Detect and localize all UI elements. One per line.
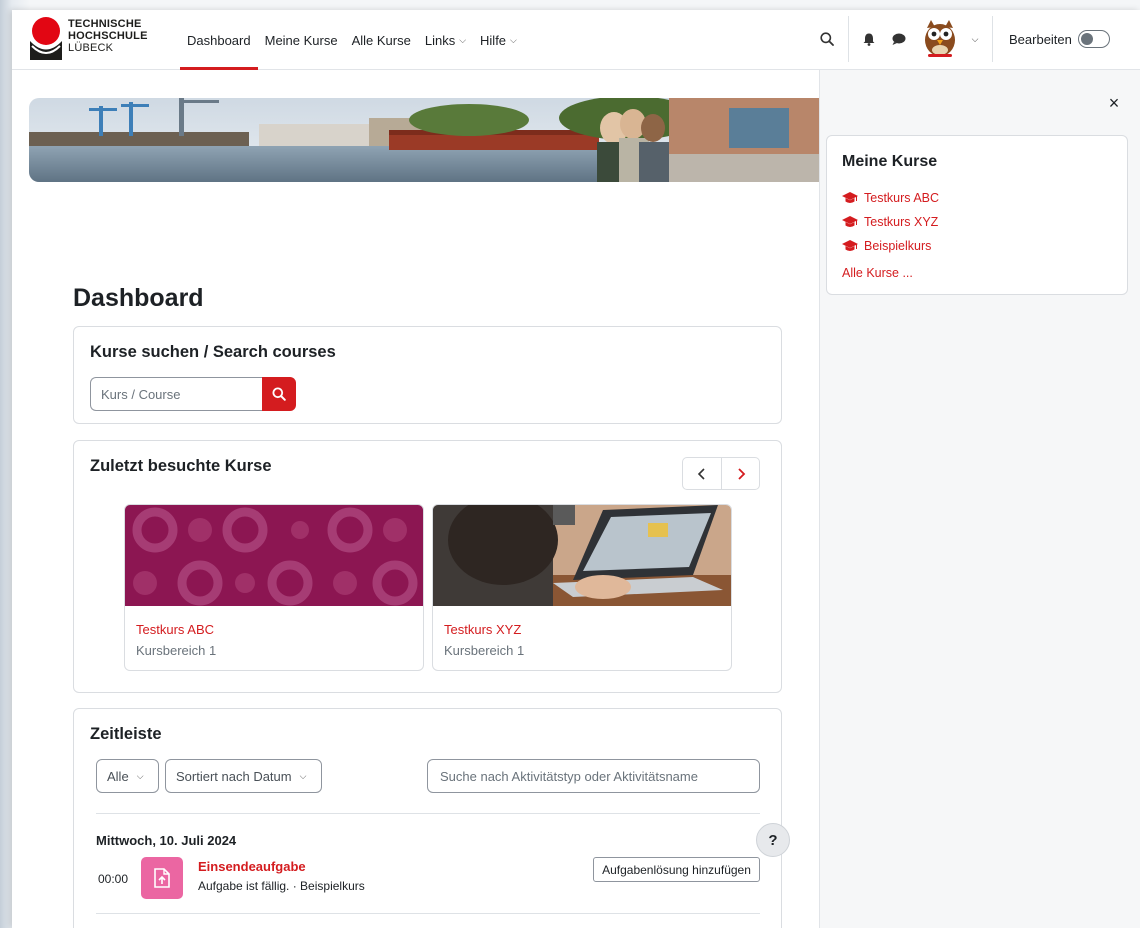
next-button[interactable] (722, 458, 760, 489)
course-search-title: Kurse suchen / Search courses (90, 343, 336, 361)
course-image (433, 505, 731, 606)
timeline-sort-value: Sortiert nach Datum (176, 768, 292, 784)
drawer-course-link[interactable]: Testkurs ABC (842, 191, 939, 205)
nav-alle-kurse[interactable]: Alle Kurse (345, 10, 418, 70)
my-courses-title: Meine Kurse (842, 153, 938, 170)
chevron-down-icon: ⌵ (510, 34, 517, 45)
close-icon[interactable]: × (1103, 92, 1125, 114)
course-link[interactable]: Testkurs XYZ (444, 622, 521, 637)
drawer-course-link[interactable]: Testkurs XYZ (842, 215, 938, 229)
all-courses-link[interactable]: Alle Kurse ... (842, 266, 913, 280)
thl-logo-icon (30, 17, 62, 60)
event-name-link[interactable]: Einsendeaufgabe (198, 859, 306, 874)
timeline-card: Zeitleiste Alle ⌵ Sortiert nach Datum ⌵ Mi… (73, 708, 782, 928)
recent-courses-pager (682, 457, 760, 490)
logo-text: TECHNISCHE HOCHSCHULE LÜBECK (68, 18, 148, 54)
user-menu-chevron-icon[interactable]: ⌵ (964, 28, 986, 50)
nav-alle-kurse-label: Alle Kurse (351, 32, 411, 48)
edit-mode-label: Bearbeiten (1009, 32, 1072, 47)
browser-page: TECHNISCHE HOCHSCHULE LÜBECK Dashboard M… (12, 10, 1140, 928)
chevron-right-icon (738, 467, 746, 480)
previous-button[interactable] (683, 458, 721, 489)
edit-mode-toggle[interactable] (1078, 30, 1110, 48)
nav-dashboard-label: Dashboard (187, 32, 251, 48)
timeline-date: Mittwoch, 10. Juli 2024 (96, 833, 237, 848)
bell-icon[interactable] (858, 28, 880, 50)
logo-line2: HOCHSCHULE (68, 30, 148, 42)
course-search-form (90, 377, 296, 411)
nav-divider (992, 16, 993, 62)
chevron-left-icon (697, 467, 705, 480)
banner-image (29, 98, 819, 182)
top-navbar: TECHNISCHE HOCHSCHULE LÜBECK Dashboard M… (12, 10, 1140, 70)
page-title: Dashboard (73, 284, 204, 312)
course-card-testkurs-abc[interactable]: Testkurs ABC Kursbereich 1 (124, 504, 424, 671)
timeline-sort-select[interactable]: Sortiert nach Datum ⌵ (165, 759, 322, 793)
course-category: Kursbereich 1 (136, 643, 217, 658)
logo-line3: LÜBECK (68, 42, 114, 54)
primary-nav: Dashboard Meine Kurse Alle Kurse Links ⌵ … (180, 10, 524, 70)
main-region: Dashboard Kurse suchen / Search courses … (12, 70, 819, 928)
course-link[interactable]: Testkurs ABC (136, 622, 214, 637)
chevron-down-icon: ⌵ (299, 770, 307, 781)
nav-meine-kurse-label: Meine Kurse (264, 32, 338, 48)
course-category: Kursbereich 1 (444, 643, 525, 658)
search-icon (272, 387, 286, 401)
chevron-down-icon: ⌵ (459, 34, 467, 45)
drawer-course-label: Beispielkurs (864, 239, 932, 253)
drawer-course-link[interactable]: Beispielkurs (842, 239, 931, 253)
avatar[interactable] (922, 18, 958, 58)
my-courses-block: Meine Kurse Testkurs ABC Testkurs XYZ Be… (826, 135, 1128, 295)
timeline-filter-value: Alle (107, 768, 129, 784)
nav-hilfe-label: Hilfe (480, 32, 507, 48)
recent-courses-card: Zuletzt besuchte Kurse Testkurs ABC Kurs… (73, 440, 782, 693)
nav-hilfe-dropdown[interactable]: Hilfe ⌵ (473, 10, 524, 70)
recent-courses-title: Zuletzt besuchte Kurse (90, 457, 272, 475)
divider (96, 913, 760, 914)
timeline-title: Zeitleiste (90, 725, 162, 743)
help-button[interactable]: ? (756, 823, 790, 857)
drawer-course-label: Testkurs ABC (864, 191, 940, 205)
course-image (125, 505, 423, 606)
logo-line1: TECHNISCHE (68, 18, 142, 30)
nav-links-label: Links (424, 32, 456, 48)
timeline-search-input[interactable] (427, 759, 760, 793)
course-search-card: Kurse suchen / Search courses (73, 326, 782, 424)
nav-links-dropdown[interactable]: Links ⌵ (418, 10, 473, 70)
divider (96, 813, 760, 814)
chat-icon[interactable] (888, 28, 910, 50)
event-details: Aufgabe ist fällig. · Beispielkurs (198, 879, 365, 893)
course-search-button[interactable] (262, 377, 296, 411)
event-time: 00:00 (98, 872, 129, 886)
graduation-cap-icon (842, 216, 858, 227)
add-submission-button[interactable]: Aufgabenlösung hinzufügen (593, 857, 760, 882)
course-search-input[interactable] (90, 377, 264, 411)
nav-divider (848, 16, 849, 62)
timeline-filter-select[interactable]: Alle ⌵ (96, 759, 159, 793)
drawer-course-label: Testkurs XYZ (864, 215, 939, 229)
graduation-cap-icon (842, 240, 858, 251)
assignment-icon (141, 857, 183, 899)
nav-meine-kurse[interactable]: Meine Kurse (258, 10, 345, 70)
nav-dashboard[interactable]: Dashboard (180, 10, 258, 70)
chevron-down-icon: ⌵ (136, 770, 144, 781)
graduation-cap-icon (842, 192, 858, 203)
right-drawer: × Meine Kurse Testkurs ABC Testkurs XYZ … (819, 70, 1140, 928)
search-icon[interactable] (816, 28, 838, 50)
course-card-testkurs-xyz[interactable]: Testkurs XYZ Kursbereich 1 (432, 504, 732, 671)
